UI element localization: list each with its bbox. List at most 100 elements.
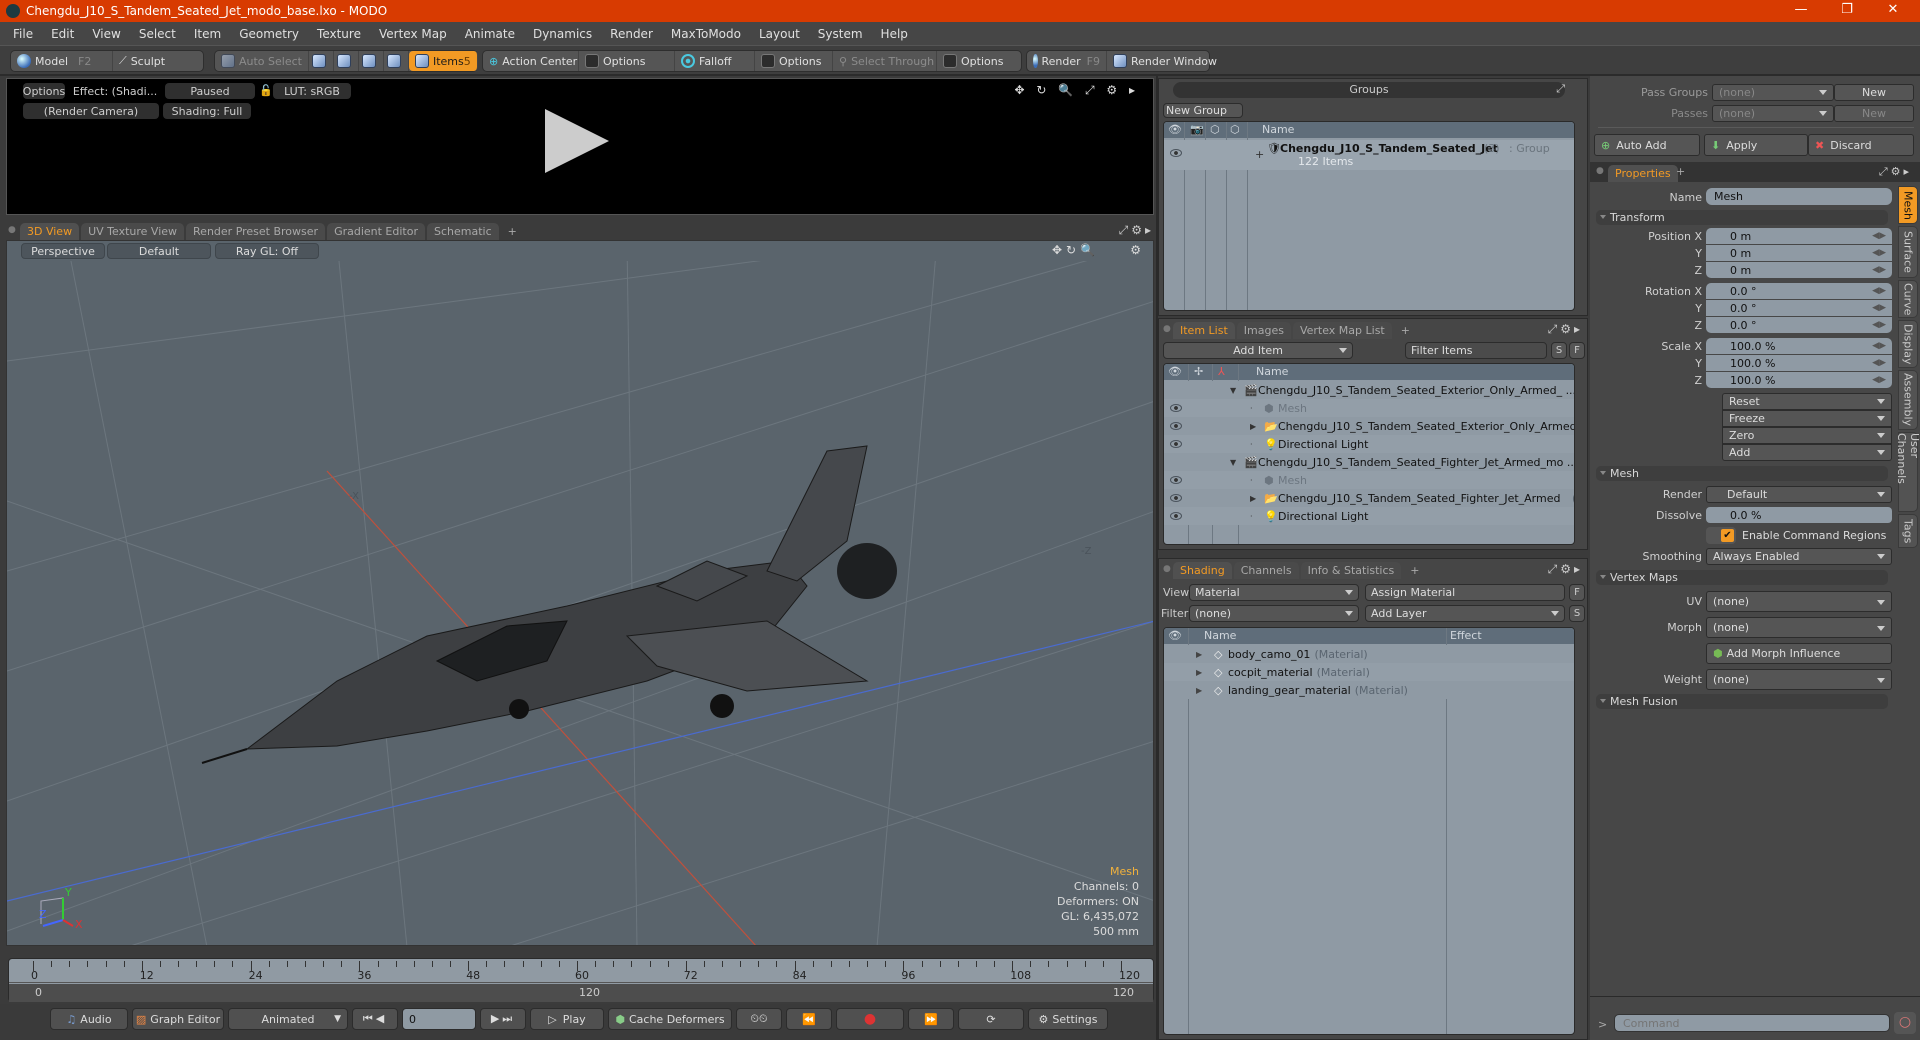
- edges-mode-button[interactable]: [334, 51, 359, 71]
- expand-arrow-icon[interactable]: ▶: [1196, 650, 1202, 659]
- menu-render[interactable]: Render: [601, 27, 662, 41]
- dissolve-input[interactable]: 0.0 %: [1706, 507, 1892, 523]
- menu-animate[interactable]: Animate: [456, 27, 524, 41]
- panel-controls[interactable]: ⤢⚙▸: [1548, 322, 1583, 337]
- lock-icon[interactable]: 🔓: [259, 84, 273, 98]
- jet-model[interactable]: [201, 445, 897, 764]
- material-row[interactable]: ▶ ◇ body_camo_01 (Material): [1164, 645, 1574, 663]
- menu-file[interactable]: File: [4, 27, 42, 41]
- morph-dropdown[interactable]: (none): [1706, 617, 1892, 638]
- preview-paused-button[interactable]: Paused: [165, 83, 255, 99]
- axis-column-icon[interactable]: ⅄: [1218, 365, 1225, 378]
- menu-geometry[interactable]: Geometry: [230, 27, 308, 41]
- name-column-header[interactable]: Name: [1262, 123, 1294, 136]
- menu-dynamics[interactable]: Dynamics: [524, 27, 601, 41]
- enable-command-regions-checkbox[interactable]: ✔: [1721, 529, 1734, 542]
- tab-images[interactable]: Images: [1236, 322, 1291, 339]
- action-center-options-button[interactable]: Options: [579, 51, 675, 71]
- current-frame-input[interactable]: 0: [402, 1008, 476, 1030]
- side-tab-user-channels[interactable]: User Channels: [1895, 432, 1920, 512]
- materials-mode-button[interactable]: [384, 51, 409, 71]
- restore-button[interactable]: ❐: [1824, 0, 1870, 22]
- render-dropdown[interactable]: Default: [1706, 486, 1892, 503]
- uv-dropdown[interactable]: (none): [1706, 591, 1892, 612]
- tree-branch-icon[interactable]: ·: [1250, 476, 1253, 485]
- drag-handle-icon[interactable]: ◀▶: [1872, 358, 1886, 368]
- add-tab-button[interactable]: +: [1394, 322, 1417, 339]
- tree-branch-icon[interactable]: ▶: [1250, 422, 1256, 431]
- item-list-row[interactable]: · 💡 Directional Light: [1164, 435, 1574, 453]
- view-dropdown[interactable]: Material: [1189, 584, 1359, 601]
- action-center-button[interactable]: ⊕ Action Center: [483, 51, 579, 71]
- command-history-button[interactable]: ○: [1894, 1012, 1916, 1034]
- menu-select[interactable]: Select: [130, 27, 185, 41]
- next-key-buttons[interactable]: ⏩: [908, 1008, 954, 1030]
- maximize-icon[interactable]: ⤢: [1556, 82, 1565, 96]
- cache-deformers-button[interactable]: ⬢ Cache Deformers: [608, 1008, 732, 1030]
- panel-controls[interactable]: ⤢⚙▸: [1548, 562, 1583, 577]
- tab-properties[interactable]: Properties: [1608, 165, 1678, 182]
- tree-branch-icon[interactable]: ·: [1250, 440, 1253, 449]
- render-button[interactable]: Render F9: [1027, 51, 1107, 71]
- 3d-viewport[interactable]: Perspective Default Ray GL: Off ✥↻🔍 ⚙ -X…: [6, 240, 1154, 946]
- viewport-settings-gear-icon[interactable]: ⚙: [1130, 243, 1141, 257]
- drag-handle-icon[interactable]: ◀▶: [1872, 341, 1886, 351]
- mesh-fusion-section-header[interactable]: Mesh Fusion: [1596, 694, 1888, 709]
- visibility-eye-icon[interactable]: [1170, 494, 1182, 502]
- add-tab-button[interactable]: +: [501, 223, 524, 240]
- render-window-button[interactable]: Render Window: [1107, 51, 1223, 71]
- transform-section-header[interactable]: Transform: [1596, 210, 1888, 225]
- tab-shading[interactable]: Shading: [1173, 562, 1232, 579]
- item-list-row[interactable]: · ⬢ Mesh: [1164, 399, 1574, 417]
- item-list-row[interactable]: ▼ 🎬 Chengdu_J10_S_Tandem_Seated_Fighter_Je…: [1164, 453, 1574, 471]
- smoothing-dropdown[interactable]: Always Enabled: [1706, 548, 1892, 565]
- menu-edit[interactable]: Edit: [42, 27, 83, 41]
- side-tab-mesh[interactable]: Mesh: [1898, 186, 1918, 224]
- filter-items-input[interactable]: Filter Items: [1405, 342, 1547, 359]
- scale-x-input[interactable]: 100.0 % ◀▶: [1706, 338, 1892, 354]
- preview-effect-dropdown[interactable]: Effect: (Shadi...: [69, 83, 161, 99]
- select-column-icon[interactable]: ⬡: [1230, 123, 1240, 136]
- tree-branch-icon[interactable]: ·: [1250, 404, 1253, 413]
- auto-add-button[interactable]: ⊕ Auto Add: [1594, 134, 1700, 156]
- visibility-column-icon[interactable]: 👁: [1168, 629, 1182, 642]
- assign-material-button[interactable]: Assign Material: [1365, 584, 1565, 601]
- new-pass-button[interactable]: New: [1834, 105, 1914, 122]
- side-tab-tags[interactable]: Tags: [1898, 514, 1918, 548]
- visibility-eye-icon[interactable]: [1170, 422, 1182, 430]
- add-tab-button[interactable]: +: [1676, 165, 1685, 178]
- drag-handle-icon[interactable]: ◀▶: [1872, 320, 1886, 330]
- key-buttons[interactable]: ⏲⏲: [736, 1008, 782, 1030]
- expand-arrow-icon[interactable]: ▶: [1196, 686, 1202, 695]
- close-button[interactable]: ✕: [1870, 0, 1916, 22]
- tab-schematic[interactable]: Schematic: [427, 223, 499, 240]
- menu-view[interactable]: View: [83, 27, 129, 41]
- audio-button[interactable]: ♫ Audio: [50, 1008, 128, 1030]
- shading-dropdown[interactable]: Shading: Full: [163, 103, 251, 119]
- sculpt-mode-button[interactable]: ⟋ Sculpt: [113, 51, 171, 71]
- position-x-input[interactable]: 0 m ◀▶: [1706, 228, 1892, 244]
- side-tab-assembly[interactable]: Assembly: [1898, 370, 1918, 430]
- preview-options-button[interactable]: Options: [23, 83, 65, 99]
- zero-dropdown[interactable]: Zero: [1722, 427, 1892, 444]
- visibility-eye-icon[interactable]: [1170, 149, 1182, 157]
- panel-controls[interactable]: ⤢⚙▸: [1879, 165, 1912, 179]
- name-input[interactable]: Mesh: [1706, 188, 1892, 205]
- viewport-nav-controls[interactable]: ✥↻🔍: [1052, 243, 1099, 257]
- polygons-mode-button[interactable]: [359, 51, 384, 71]
- s-button[interactable]: S: [1569, 605, 1585, 622]
- viewport-panel-controls[interactable]: ⤢⚙▸: [1119, 223, 1154, 238]
- name-column-header[interactable]: Name: [1256, 365, 1288, 378]
- material-row[interactable]: ▶ ◇ landing_gear_material (Material): [1164, 681, 1574, 699]
- position-z-input[interactable]: 0 m ◀▶: [1706, 262, 1892, 278]
- item-list-row[interactable]: ▶ 📂 Chengdu_J10_S_Tandem_Seated_Fighter_Je…: [1164, 489, 1574, 507]
- lock-column-icon[interactable]: ⬡: [1210, 123, 1220, 136]
- tab-item-list[interactable]: Item List: [1173, 322, 1235, 339]
- expand-plus-icon[interactable]: +: [1255, 148, 1264, 161]
- tab-render-preset-browser[interactable]: Render Preset Browser: [186, 223, 326, 240]
- add-morph-influence-button[interactable]: ⬢ Add Morph Influence: [1706, 643, 1892, 664]
- menu-help[interactable]: Help: [872, 27, 917, 41]
- visibility-eye-icon[interactable]: [1170, 476, 1182, 484]
- add-item-dropdown[interactable]: Add Item: [1163, 342, 1353, 359]
- skip-back-buttons[interactable]: ⏮◀: [352, 1008, 398, 1030]
